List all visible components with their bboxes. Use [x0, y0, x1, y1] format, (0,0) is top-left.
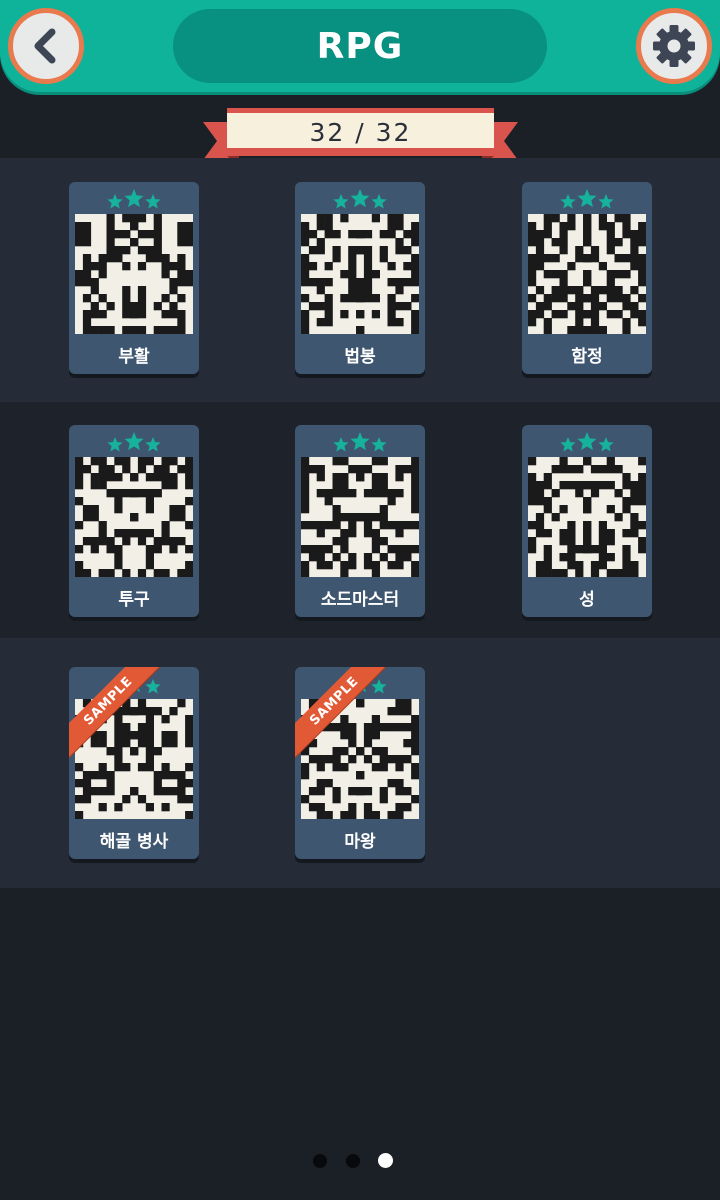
puzzle-card[interactable]: 투구 [69, 425, 199, 617]
star-icon [371, 679, 387, 694]
puzzle-thumbnail [75, 457, 194, 578]
star-icon [560, 437, 576, 452]
page-dot-2[interactable] [346, 1154, 360, 1168]
star-icon [350, 189, 370, 208]
puzzle-card[interactable]: 해골 병사 SAMPLE [69, 667, 199, 859]
pixel-art [301, 457, 420, 578]
settings-button[interactable] [636, 8, 712, 84]
puzzle-title: 해골 병사 [99, 831, 169, 852]
puzzle-title: 소드마스터 [320, 589, 400, 610]
puzzle-thumbnail [528, 457, 647, 578]
star-icon [124, 189, 144, 208]
puzzle-card[interactable]: 법봉 [295, 182, 425, 374]
puzzle-thumbnail [301, 457, 420, 578]
star-icon [145, 679, 161, 694]
chevron-left-icon [34, 28, 56, 64]
puzzle-card[interactable]: 함정 [522, 182, 652, 374]
star-icon [577, 189, 597, 208]
progress-count: 32 / 32 [309, 117, 412, 147]
star-rating [333, 432, 387, 452]
star-icon [333, 194, 349, 209]
star-rating [560, 189, 614, 209]
puzzle-title: 함정 [571, 346, 603, 367]
star-icon [107, 194, 123, 209]
puzzle-title: 법봉 [344, 346, 376, 367]
pixel-art [75, 214, 194, 335]
puzzle-card[interactable]: 성 [522, 425, 652, 617]
puzzle-title: 마왕 [344, 831, 376, 852]
star-icon [350, 432, 370, 451]
star-icon [598, 194, 614, 209]
star-rating [333, 189, 387, 209]
star-icon [371, 194, 387, 209]
star-icon [577, 432, 597, 451]
page-dot-3[interactable] [378, 1153, 393, 1168]
puzzle-title: 성 [579, 589, 595, 610]
star-rating [107, 189, 161, 209]
gear-icon [653, 25, 695, 67]
star-icon [107, 437, 123, 452]
puzzle-card[interactable]: 부활 [69, 182, 199, 374]
star-icon [145, 194, 161, 209]
star-icon [371, 437, 387, 452]
back-button[interactable] [8, 8, 84, 84]
page-dot-1[interactable] [313, 1154, 327, 1168]
puzzle-title: 투구 [118, 589, 150, 610]
star-icon [145, 437, 161, 452]
header-bar: RPG [0, 0, 720, 92]
page-title: RPG [173, 9, 547, 83]
star-icon [560, 194, 576, 209]
puzzle-card[interactable]: 소드마스터 [295, 425, 425, 617]
pixel-art [75, 457, 194, 578]
puzzle-card[interactable]: 마왕 SAMPLE [295, 667, 425, 859]
star-rating [560, 432, 614, 452]
star-icon [598, 437, 614, 452]
star-icon [124, 432, 144, 451]
pixel-art [301, 214, 420, 335]
star-icon [333, 437, 349, 452]
puzzle-thumbnail [301, 214, 420, 335]
puzzle-thumbnail [528, 214, 647, 335]
star-rating [107, 432, 161, 452]
puzzle-title: 부활 [118, 346, 150, 367]
pixel-art [528, 214, 647, 335]
puzzle-thumbnail [75, 214, 194, 335]
pixel-art [528, 457, 647, 578]
